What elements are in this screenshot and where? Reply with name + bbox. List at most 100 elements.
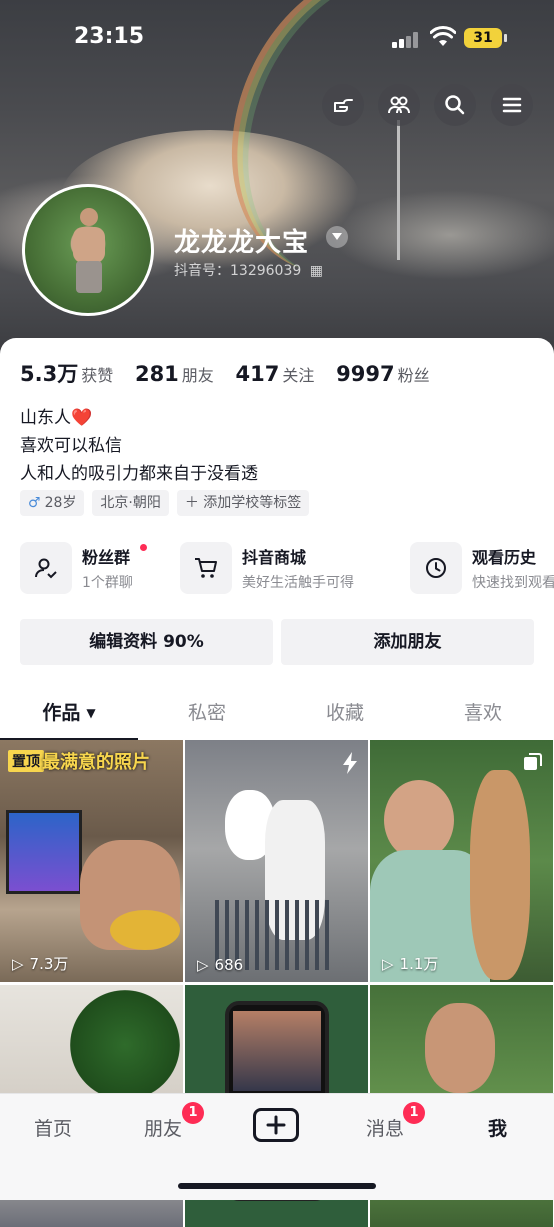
nav-me[interactable]: 我	[488, 1114, 507, 1141]
video-thumbnail[interactable]: ▷ 686	[185, 740, 368, 982]
add-tag-button[interactable]: ＋ 添加学校等标签	[176, 490, 310, 516]
nav-messages[interactable]: 消息	[366, 1114, 404, 1141]
tab-label: 作品	[42, 702, 81, 724]
video-thumbnail[interactable]: ▷ 1.1万	[370, 740, 553, 982]
stat-value: 5.3万	[20, 362, 79, 386]
bio: 山东人❤️ 喜欢可以私信 人和人的吸引力都来自于没看透	[20, 404, 258, 488]
stat-label: 关注	[282, 366, 315, 385]
male-icon: ♂	[28, 495, 41, 511]
search-icon[interactable]	[434, 84, 476, 126]
stat-value: 417	[235, 362, 280, 386]
play-icon: ▷	[197, 956, 209, 974]
username: 龙龙龙大宝	[174, 228, 310, 258]
gender-age-tag: ♂ 28岁	[20, 490, 85, 516]
face-graphic	[384, 780, 454, 860]
flash-icon	[343, 752, 357, 774]
nav-messages-label: 消息	[366, 1118, 405, 1140]
qr-code-icon[interactable]: ▦	[310, 263, 323, 279]
shortcut-title: 抖音商城	[242, 548, 307, 567]
shortcut-title: 观看历史	[472, 548, 537, 567]
shortcut-subtitle: 快速找到观看	[472, 575, 554, 591]
gender-age-text: 28岁	[44, 495, 77, 511]
home-indicator	[178, 1183, 376, 1189]
multi-image-icon	[524, 753, 542, 770]
bio-line: 山东人❤️	[20, 408, 93, 428]
friends-icon[interactable]	[378, 84, 420, 126]
messages-badge: 1	[403, 1102, 425, 1124]
avatar-figure	[73, 208, 105, 293]
stat-label: 粉丝	[397, 366, 430, 385]
play-icon: ▷	[382, 954, 394, 973]
stat-following[interactable]: 417 关注	[236, 362, 315, 386]
caret-down-icon: ▼	[86, 706, 96, 720]
menu-icon[interactable]	[491, 84, 533, 126]
create-post-button[interactable]	[253, 1108, 299, 1142]
status-time: 23:15	[74, 24, 145, 49]
nav-friends[interactable]: 朋友	[144, 1114, 182, 1141]
video-thumbnail[interactable]: 置顶 最满意的照片 ▷ 7.3万	[0, 740, 183, 982]
friends-badge: 1	[182, 1102, 204, 1124]
plus-icon: ＋	[184, 495, 204, 511]
stat-label: 朋友	[181, 366, 214, 385]
shortcut-title: 粉丝群	[82, 548, 131, 567]
stat-friends[interactable]: 281 朋友	[135, 362, 214, 386]
bio-line: 喜欢可以私信	[20, 436, 122, 456]
pinned-badge: 置顶	[8, 750, 44, 772]
cover-pole	[397, 120, 400, 260]
view-count-text: 686	[214, 956, 244, 974]
fan-group-icon	[20, 542, 72, 594]
view-count: ▷ 686	[197, 956, 243, 974]
view-count: ▷ 1.1万	[382, 953, 438, 974]
stat-followers[interactable]: 9997 粉丝	[336, 362, 429, 386]
view-count: ▷ 7.3万	[12, 953, 68, 974]
notification-dot	[140, 544, 147, 551]
douyin-id-text: 抖音号：13296039	[174, 263, 302, 279]
play-icon: ▷	[12, 954, 24, 973]
shortcut-subtitle: 1个群聊	[82, 575, 133, 591]
profile-tags: ♂ 28岁 北京·朝阳 ＋ 添加学校等标签	[20, 490, 310, 516]
beanbag-graphic	[110, 910, 180, 950]
fan-group-shortcut[interactable]: 粉丝群 1个群聊	[20, 540, 170, 596]
profile-stats: 5.3万 获赞 281 朋友 417 关注 9997 粉丝	[20, 358, 446, 388]
nav-friends-label: 朋友	[144, 1118, 183, 1140]
tab-private[interactable]: 私密	[138, 690, 276, 738]
tab-works[interactable]: 作品 ▼	[0, 690, 138, 740]
plush-toy-graphic	[470, 770, 530, 980]
content-tabs: 作品 ▼ 私密 收藏 喜欢	[0, 690, 554, 740]
cart-icon	[180, 542, 232, 594]
clock-icon	[410, 542, 462, 594]
cellular-signal-icon	[392, 32, 420, 48]
add-friend-button[interactable]: 添加朋友	[281, 619, 534, 665]
plus-icon	[266, 1115, 286, 1135]
view-count-text: 7.3万	[29, 955, 69, 973]
shortcut-row: 粉丝群 1个群聊 抖音商城 美好生活触手可得 观看历史 快速找到观看	[20, 540, 554, 596]
account-switch-chevron-icon[interactable]	[326, 226, 348, 248]
stat-value: 281	[134, 362, 179, 386]
battery-indicator: 31	[464, 28, 507, 48]
tab-likes[interactable]: 喜欢	[414, 690, 552, 738]
history-shortcut[interactable]: 观看历史 快速找到观看	[410, 540, 554, 596]
bio-line: 人和人的吸引力都来自于没看透	[20, 464, 258, 484]
nav-home[interactable]: 首页	[34, 1114, 72, 1141]
douyin-id[interactable]: 抖音号：13296039 ▦	[174, 260, 323, 280]
stat-label: 获赞	[81, 366, 114, 385]
edit-profile-button[interactable]: 编辑资料 90%	[20, 619, 273, 665]
hand-point-icon[interactable]	[322, 84, 364, 126]
profile-action-row: 编辑资料 90% 添加朋友	[20, 619, 534, 665]
mall-shortcut[interactable]: 抖音商城 美好生活触手可得	[180, 540, 400, 596]
avatar[interactable]	[22, 184, 154, 316]
tab-favorites[interactable]: 收藏	[276, 690, 414, 738]
shortcut-subtitle: 美好生活触手可得	[242, 575, 354, 591]
tv-screen-graphic	[6, 810, 82, 894]
wifi-icon	[430, 26, 456, 46]
stat-value: 9997	[336, 362, 395, 386]
location-tag: 北京·朝阳	[92, 490, 169, 516]
plant-graphic	[70, 990, 180, 1100]
phone-screen-graphic	[233, 1011, 321, 1091]
status-bar: 23:15 31	[0, 22, 554, 56]
view-count-text: 1.1万	[399, 955, 439, 973]
stat-likes[interactable]: 5.3万 获赞	[20, 358, 113, 388]
video-overlay-title: 最满意的照片	[42, 752, 150, 773]
add-tag-label: 添加学校等标签	[203, 495, 302, 511]
person-graphic	[425, 1003, 495, 1093]
